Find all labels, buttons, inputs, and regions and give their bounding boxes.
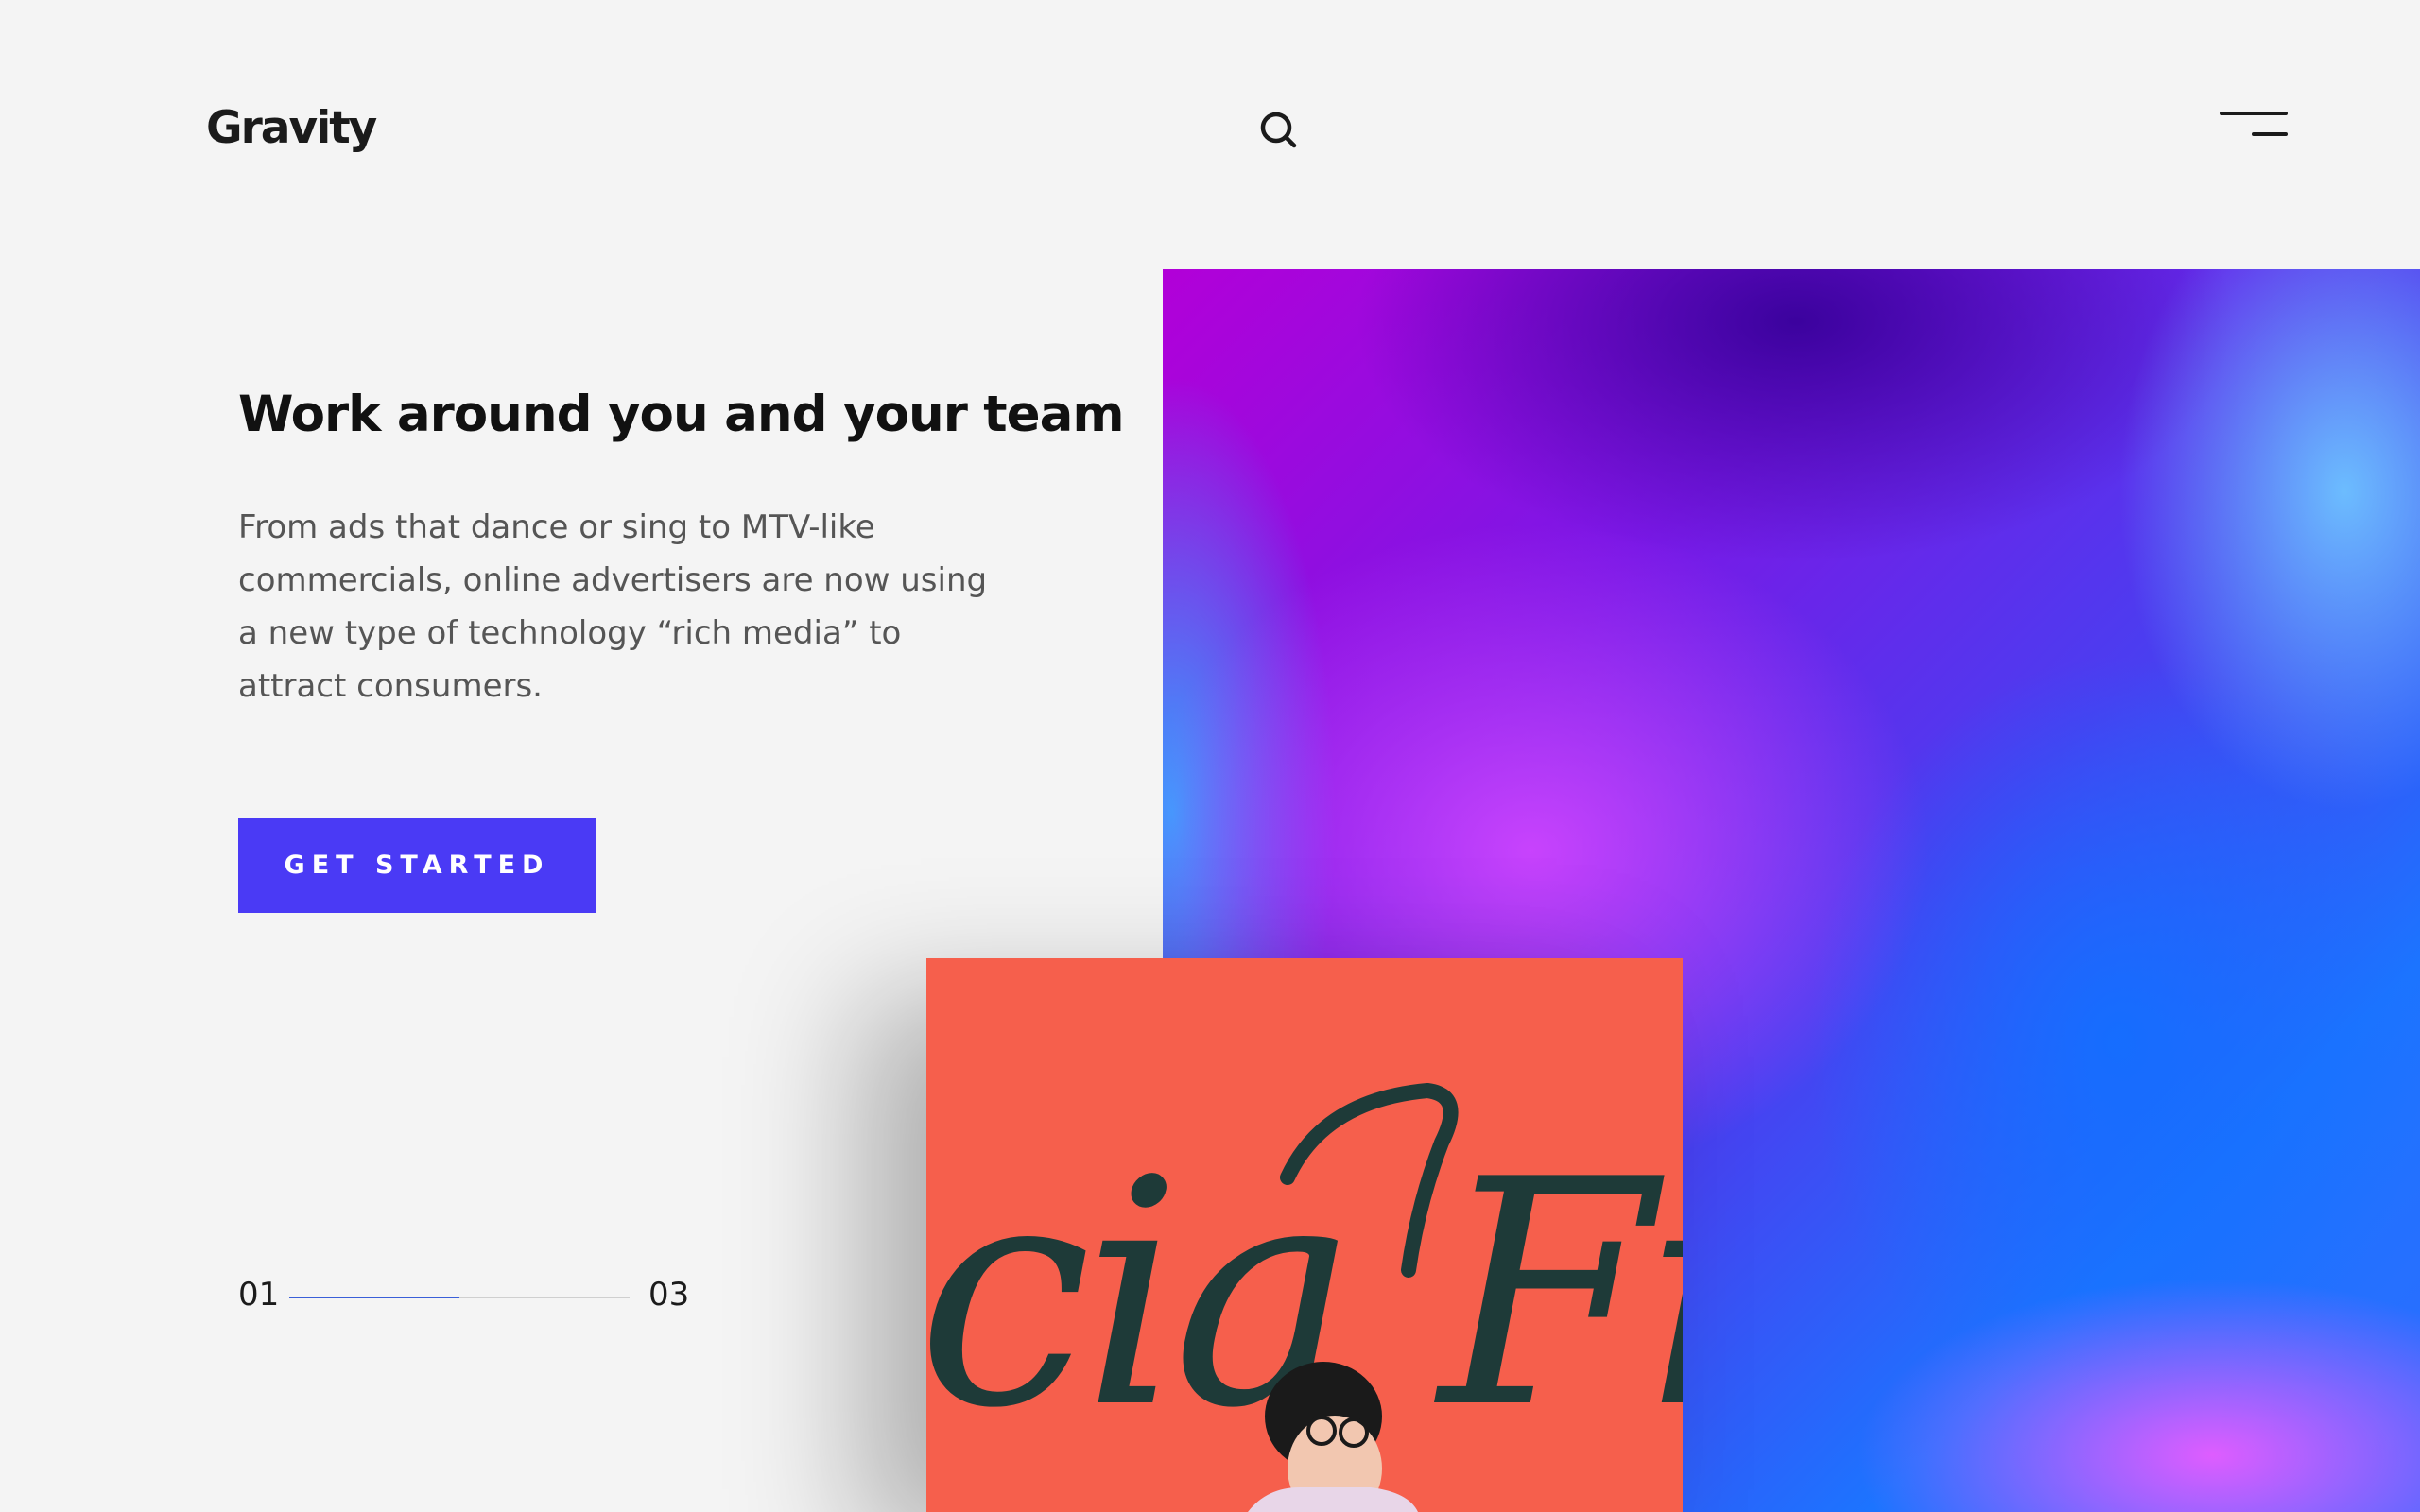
brand-logo[interactable]: Gravity bbox=[206, 102, 377, 154]
search-button[interactable] bbox=[1253, 104, 1305, 157]
slide-total-number: 03 bbox=[648, 1276, 690, 1314]
slide-progress-fill bbox=[289, 1297, 459, 1298]
featured-photo: cia Fie bbox=[926, 958, 1683, 1512]
search-icon bbox=[1260, 112, 1297, 148]
hero-description: From ads that dance or sing to MTV-like … bbox=[238, 508, 988, 705]
menu-button[interactable] bbox=[2220, 106, 2288, 144]
hero-title: Work around you and your team bbox=[238, 386, 1125, 443]
slide-current-number: 01 bbox=[238, 1276, 280, 1314]
hamburger-menu-icon bbox=[2220, 112, 2288, 115]
get-started-button[interactable]: GET STARTED bbox=[238, 818, 596, 913]
graffiti-photo-illustration: cia Fie bbox=[926, 958, 1683, 1512]
hamburger-menu-icon-line bbox=[2252, 132, 2288, 136]
slide-progress-track[interactable] bbox=[289, 1297, 630, 1298]
